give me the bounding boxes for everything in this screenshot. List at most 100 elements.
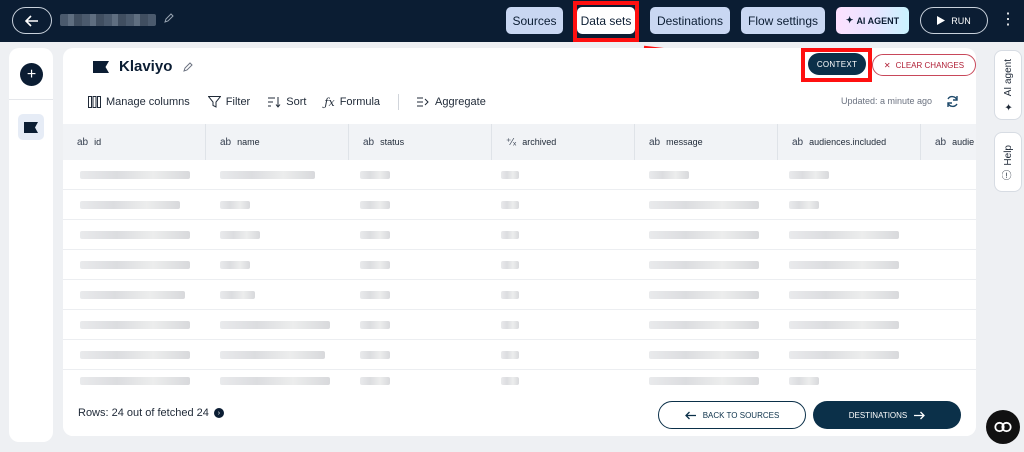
blurred-cell <box>220 377 330 385</box>
blurred-cell <box>789 321 899 329</box>
blurred-cell <box>220 291 255 299</box>
sort-button[interactable]: Sort <box>268 96 306 108</box>
more-menu-icon[interactable]: ⋮ <box>1000 12 1016 28</box>
ai-agent-side-label: AI agent <box>1002 58 1014 97</box>
refresh-icon[interactable] <box>946 95 959 108</box>
blurred-cell <box>501 231 519 239</box>
column-header-id[interactable]: ab id <box>63 124 206 160</box>
blurred-cell <box>501 171 519 179</box>
columns-icon <box>88 96 101 108</box>
back-to-sources-button[interactable]: BACK TO SOURCES <box>658 401 806 429</box>
blurred-cell <box>789 261 899 269</box>
text-type-icon: ab <box>935 136 947 148</box>
table-row[interactable] <box>63 220 976 250</box>
blurred-cell <box>360 201 390 209</box>
edit-icon[interactable] <box>163 12 175 24</box>
blurred-cell <box>360 351 390 359</box>
blurred-cell <box>789 201 819 209</box>
column-label: audiences.included <box>809 137 887 147</box>
blurred-cell <box>220 231 260 239</box>
column-label: archived <box>522 137 557 147</box>
aggregate-button[interactable]: Aggregate <box>417 96 486 108</box>
table-header: ab id ab name ab status ⁺⁄ₓ archived ab messa… <box>63 124 976 160</box>
blurred-cell <box>220 171 315 179</box>
text-type-icon: ab <box>649 136 661 148</box>
arrow-left-icon <box>25 14 38 27</box>
tab-destinations[interactable]: Destinations <box>650 7 730 34</box>
klaviyo-dataset-item[interactable] <box>18 114 44 140</box>
help-side-tab[interactable]: ⓘ Help <box>994 132 1022 192</box>
blurred-cell <box>649 377 759 385</box>
table-row[interactable] <box>63 250 976 280</box>
function-icon: ƒx <box>324 95 335 109</box>
blurred-cell <box>360 231 390 239</box>
column-header-name[interactable]: ab name <box>206 124 349 160</box>
table-row[interactable] <box>63 340 976 370</box>
blurred-cell <box>501 377 519 385</box>
tab-flow-settings[interactable]: Flow settings <box>741 7 825 34</box>
help-side-label: Help <box>1002 144 1014 166</box>
blurred-cell <box>220 201 250 209</box>
run-label: RUN <box>951 15 971 26</box>
blurred-cell <box>649 171 689 179</box>
manage-columns-button[interactable]: Manage columns <box>88 96 190 108</box>
blurred-cell <box>649 231 759 239</box>
blurred-cell <box>220 351 325 359</box>
blurred-cell <box>360 291 390 299</box>
column-header-audiences-included[interactable]: ab audiences.included <box>778 124 921 160</box>
tab-sources[interactable]: Sources <box>506 7 563 34</box>
table-row[interactable] <box>63 190 976 220</box>
text-type-icon: ab <box>220 136 232 148</box>
blurred-cell <box>501 261 519 269</box>
run-button[interactable]: RUN <box>920 7 988 34</box>
divider <box>9 99 53 100</box>
ai-agent-button[interactable]: ✦ AI AGENT <box>836 7 909 34</box>
clear-changes-label: CLEAR CHANGES <box>895 60 965 70</box>
column-header-message[interactable]: ab message <box>635 124 778 160</box>
blurred-cell <box>649 321 759 329</box>
sort-icon <box>268 97 281 108</box>
blurred-cell <box>501 201 519 209</box>
ai-agent-side-tab[interactable]: ✦ AI agent <box>994 50 1022 120</box>
column-header-audiences-excluded[interactable]: ab audie <box>921 124 976 160</box>
clear-changes-button[interactable]: ✕ CLEAR CHANGES <box>872 54 976 76</box>
arrow-left-icon <box>684 411 696 419</box>
sparkle-icon: ✦ <box>845 15 854 25</box>
formula-label: Formula <box>339 96 381 108</box>
blurred-cell <box>80 291 185 299</box>
blurred-cell <box>80 377 190 385</box>
table-toolbar: Manage columns Filter Sort ƒx Formula Ag… <box>88 94 486 110</box>
dataset-name: Klaviyo <box>119 58 173 75</box>
blurred-cell <box>649 291 759 299</box>
blurred-cell <box>80 321 190 329</box>
rows-count-text: Rows: 24 out of fetched 24 <box>78 407 209 419</box>
destinations-label: DESTINATIONS <box>848 410 908 420</box>
blurred-cell <box>649 261 759 269</box>
left-rail: + <box>9 48 53 442</box>
info-icon[interactable]: › <box>213 408 224 418</box>
dataset-title: Klaviyo <box>93 58 194 75</box>
add-dataset-button[interactable]: + <box>20 63 43 86</box>
blurred-cell <box>649 351 759 359</box>
boolean-type-icon: ⁺⁄ₓ <box>506 136 517 148</box>
column-header-status[interactable]: ab status <box>349 124 492 160</box>
table-row[interactable] <box>63 280 976 310</box>
rows-count: Rows: 24 out of fetched 24 › <box>78 407 224 419</box>
column-label: name <box>237 137 260 147</box>
blurred-cell <box>220 321 330 329</box>
text-type-icon: ab <box>363 136 375 148</box>
back-button[interactable] <box>12 7 52 34</box>
table-row[interactable] <box>63 310 976 340</box>
table-row[interactable] <box>63 160 976 190</box>
chat-widget-button[interactable] <box>986 410 1020 444</box>
blurred-cell <box>501 291 519 299</box>
filter-button[interactable]: Filter <box>207 96 250 108</box>
destinations-button[interactable]: DESTINATIONS <box>813 401 961 429</box>
blurred-cell <box>789 291 899 299</box>
close-icon: ✕ <box>883 60 891 70</box>
text-type-icon: ab <box>77 136 89 148</box>
back-to-sources-label: BACK TO SOURCES <box>702 410 780 420</box>
formula-button[interactable]: ƒx Formula <box>324 96 380 109</box>
column-header-archived[interactable]: ⁺⁄ₓ archived <box>492 124 635 160</box>
edit-icon[interactable] <box>182 61 194 73</box>
